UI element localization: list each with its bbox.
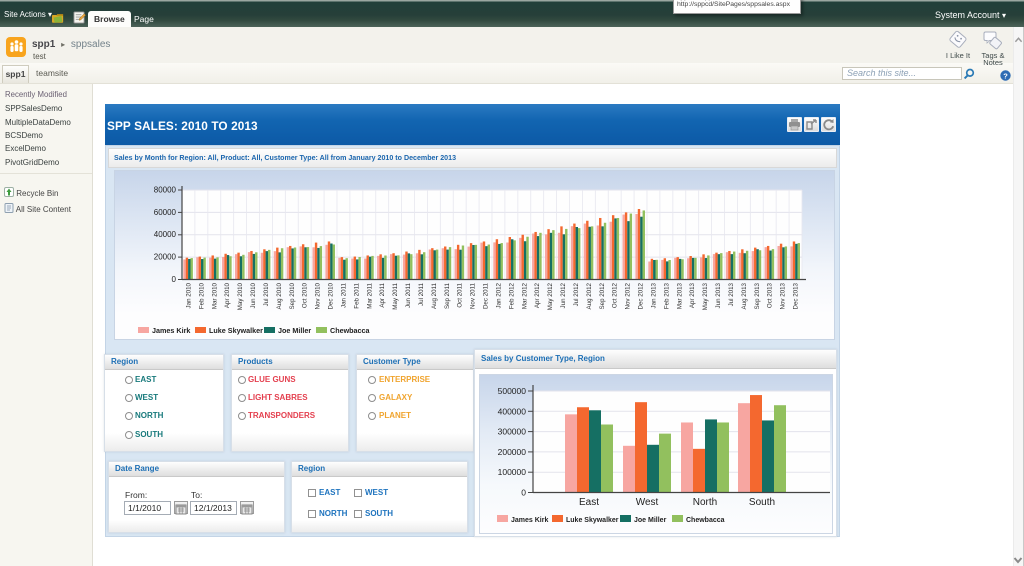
svg-text:Apr 2012: Apr 2012 [534, 282, 541, 308]
svg-text:Luke Skywalker: Luke Skywalker [209, 326, 263, 335]
svg-text:0: 0 [521, 488, 526, 498]
svg-text:Apr 2011: Apr 2011 [379, 282, 386, 307]
svg-text:Jul 2010: Jul 2010 [263, 282, 270, 306]
svg-text:40000: 40000 [154, 230, 177, 239]
svg-text:Dec 2012: Dec 2012 [638, 282, 645, 309]
svg-text:Nov 2012: Nov 2012 [625, 282, 632, 309]
svg-text:Apr 2010: Apr 2010 [224, 282, 231, 308]
svg-text:South: South [749, 497, 775, 508]
svg-text:Dec 2010: Dec 2010 [328, 282, 335, 309]
svg-text:Aug 2011: Aug 2011 [431, 282, 438, 309]
svg-text:Jun 2011: Jun 2011 [405, 282, 412, 308]
svg-text:?: ? [1003, 71, 1008, 80]
svg-text:Joe Miller: Joe Miller [634, 517, 667, 524]
svg-text:North: North [693, 497, 717, 508]
svg-text:Jul 2013: Jul 2013 [728, 282, 735, 306]
svg-text:East: East [579, 497, 599, 508]
svg-text:60000: 60000 [154, 208, 177, 217]
svg-text:Dec 2013: Dec 2013 [793, 282, 800, 309]
svg-text:Jul 2011: Jul 2011 [418, 282, 425, 305]
svg-text:James Kirk: James Kirk [152, 326, 190, 335]
svg-text:Mar 2011: Mar 2011 [366, 282, 373, 308]
svg-text:West: West [636, 497, 659, 508]
svg-text:Chewbacca: Chewbacca [686, 517, 725, 524]
svg-text:200000: 200000 [498, 447, 527, 457]
svg-text:0: 0 [172, 275, 177, 284]
svg-text:Nov 2010: Nov 2010 [315, 282, 322, 309]
svg-text:Sep 2010: Sep 2010 [289, 282, 296, 309]
svg-text:Dec 2011: Dec 2011 [483, 282, 490, 309]
svg-text:Mar 2013: Mar 2013 [676, 282, 683, 309]
svg-text:Oct 2010: Oct 2010 [302, 282, 309, 308]
svg-text:Mar 2010: Mar 2010 [211, 282, 218, 309]
svg-text:Sep 2011: Sep 2011 [444, 282, 451, 309]
svg-text:Jul 2012: Jul 2012 [573, 282, 580, 306]
svg-text:Aug 2010: Aug 2010 [276, 282, 283, 309]
svg-text:May 2012: May 2012 [547, 282, 554, 310]
svg-text:Sep 2012: Sep 2012 [599, 282, 606, 309]
svg-text:Apr 2013: Apr 2013 [689, 282, 696, 308]
svg-text:Feb 2011: Feb 2011 [353, 282, 360, 308]
svg-text:300000: 300000 [498, 427, 527, 437]
svg-text:Jan 2013: Jan 2013 [651, 282, 658, 308]
svg-text:Jun 2012: Jun 2012 [560, 282, 567, 308]
svg-text:Aug 2013: Aug 2013 [741, 282, 748, 309]
svg-text:Nov 2011: Nov 2011 [470, 282, 477, 309]
svg-text:Jan 2012: Jan 2012 [496, 282, 503, 308]
svg-text:100000: 100000 [498, 467, 527, 477]
svg-text:Joe Miller: Joe Miller [278, 326, 311, 335]
svg-text:Nov 2013: Nov 2013 [780, 282, 787, 309]
svg-text:Feb 2012: Feb 2012 [508, 282, 515, 309]
svg-text:Oct 2013: Oct 2013 [767, 282, 774, 308]
svg-text:80000: 80000 [154, 186, 177, 195]
svg-text:Feb 2013: Feb 2013 [663, 282, 670, 309]
svg-text:James Kirk: James Kirk [511, 517, 548, 524]
svg-text:Chewbacca: Chewbacca [330, 326, 371, 335]
svg-text:Jun 2013: Jun 2013 [715, 282, 722, 308]
svg-text:400000: 400000 [498, 406, 527, 416]
svg-text:Aug 2012: Aug 2012 [586, 282, 593, 309]
svg-text:Oct 2012: Oct 2012 [612, 282, 619, 308]
svg-text:May 2011: May 2011 [392, 282, 399, 309]
svg-text:Feb 2010: Feb 2010 [198, 282, 205, 309]
svg-text:Mar 2012: Mar 2012 [521, 282, 528, 309]
svg-text:Jun 2010: Jun 2010 [250, 282, 257, 308]
svg-text:500000: 500000 [498, 386, 527, 396]
svg-text:20000: 20000 [154, 253, 177, 262]
svg-text:Jan 2010: Jan 2010 [186, 282, 193, 308]
svg-text:May 2013: May 2013 [702, 282, 709, 310]
svg-text:Oct 2011: Oct 2011 [457, 282, 464, 307]
svg-text:May 2010: May 2010 [237, 282, 244, 310]
svg-text:Jan 2011: Jan 2011 [341, 282, 348, 308]
svg-text:Sep 2013: Sep 2013 [754, 282, 761, 309]
svg-text:Luke Skywalker: Luke Skywalker [566, 517, 619, 524]
